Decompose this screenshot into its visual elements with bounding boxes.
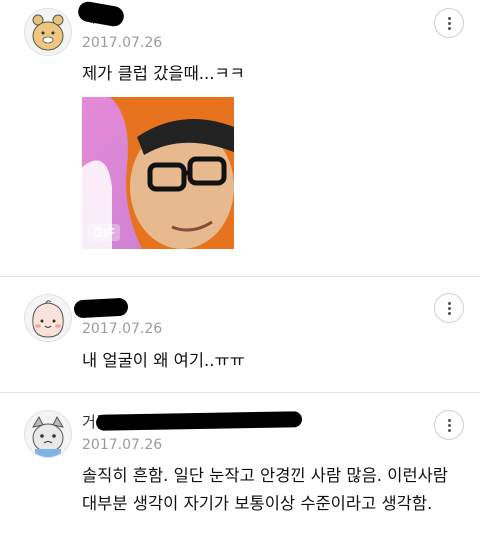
more-vertical-icon bbox=[447, 300, 451, 317]
more-options-button[interactable] bbox=[434, 410, 464, 440]
comment-item-1: 제리 2017.07.26 제가 클럽 갔을때...ㅋㅋ GIF bbox=[0, 0, 480, 276]
redaction-mark bbox=[73, 297, 129, 319]
comment-item-2: 2017.07.26 내 얼굴이 왜 여기..ㅠㅠ bbox=[0, 277, 480, 392]
comment-item-3: 거문 2017.07.26 솔직히 흔함. 일단 눈작고 안경낀 사람 많음. … bbox=[0, 393, 480, 550]
comment-date: 2017.07.26 bbox=[82, 35, 163, 51]
apeach-avatar-icon bbox=[25, 295, 71, 341]
gif-image[interactable]: GIF bbox=[82, 97, 234, 249]
gif-badge: GIF bbox=[88, 224, 120, 241]
avatar[interactable] bbox=[24, 8, 72, 56]
avatar[interactable] bbox=[24, 294, 72, 342]
more-options-button[interactable] bbox=[434, 8, 464, 38]
comment-text: 내 얼굴이 왜 여기..ㅠㅠ bbox=[82, 351, 245, 370]
more-options-button[interactable] bbox=[434, 293, 464, 323]
more-vertical-icon bbox=[447, 15, 451, 32]
comment-date: 2017.07.26 bbox=[82, 321, 163, 337]
avatar[interactable] bbox=[24, 410, 72, 458]
comment-text: 제가 클럽 갔을때...ㅋㅋ bbox=[82, 64, 245, 83]
comment-date: 2017.07.26 bbox=[82, 437, 163, 453]
more-vertical-icon bbox=[447, 417, 451, 434]
character-avatar-icon bbox=[25, 411, 71, 457]
comment-text: 솔직히 흔함. 일단 눈작고 안경낀 사람 많음. 이런사람 대부분 생각이 자… bbox=[82, 466, 448, 513]
redaction-mark bbox=[95, 411, 303, 431]
ryan-avatar-icon bbox=[25, 9, 71, 55]
